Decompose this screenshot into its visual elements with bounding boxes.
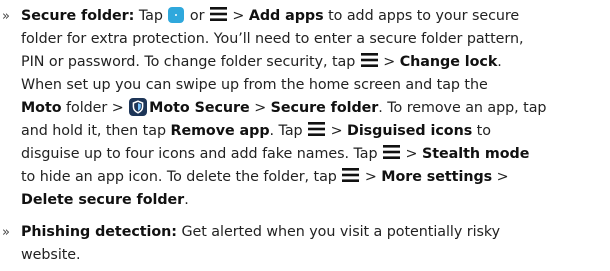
change-lock-label: Change lock (399, 54, 498, 70)
secure-folder-line-9: Delete secure folder. (21, 192, 189, 208)
secure-folder-line-3: PIN or password. To change folder securi… (21, 53, 502, 70)
secure-folder-heading: Secure folder: (21, 8, 135, 24)
phishing-line-1: Phishing detection: Get alerted when you… (21, 224, 501, 240)
menu-icon (308, 122, 326, 136)
bullet-marker: » (2, 225, 10, 240)
menu-icon (383, 145, 401, 159)
stealth-mode-label: Stealth mode (421, 146, 530, 162)
secure-folder-line-7: disguise up to four icons and add fake n… (21, 145, 530, 162)
secure-folder-line-6: and hold it, then tap Remove app. Tap > … (21, 122, 491, 139)
remove-app-label: Remove app (170, 123, 270, 139)
phishing-line-2: website. (21, 247, 81, 263)
more-settings-label: More settings (381, 169, 493, 185)
secure-folder-line-1: Secure folder: Tap or > Add apps to add … (21, 7, 520, 24)
delete-secure-folder-label: Delete secure folder (21, 192, 185, 208)
phishing-heading: Phishing detection: (21, 224, 177, 240)
disguised-icons-label: Disguised icons (347, 123, 473, 139)
moto-label: Moto (21, 100, 62, 116)
menu-icon (360, 53, 378, 67)
secure-folder-line-4: When set up you can swipe up from the ho… (21, 77, 488, 93)
bullet-marker: » (2, 9, 10, 24)
moto-secure-shield-icon (129, 98, 148, 116)
menu-icon (342, 168, 360, 182)
secure-folder-label: Secure folder (270, 100, 379, 116)
manual-page: » Secure folder: Tap or > Add apps to ad… (0, 0, 610, 271)
secure-folder-line-5: Moto folder > Moto Secure > Secure folde… (21, 98, 547, 116)
menu-icon (209, 7, 227, 21)
add-apps-label: Add apps (248, 8, 324, 24)
secure-folder-line-2: folder for extra protection. You’ll need… (21, 31, 524, 47)
moto-secure-label: Moto Secure (149, 100, 250, 116)
secure-folder-line-8: to hide an app icon. To delete the folde… (21, 168, 509, 185)
add-apps-icon (168, 7, 185, 23)
